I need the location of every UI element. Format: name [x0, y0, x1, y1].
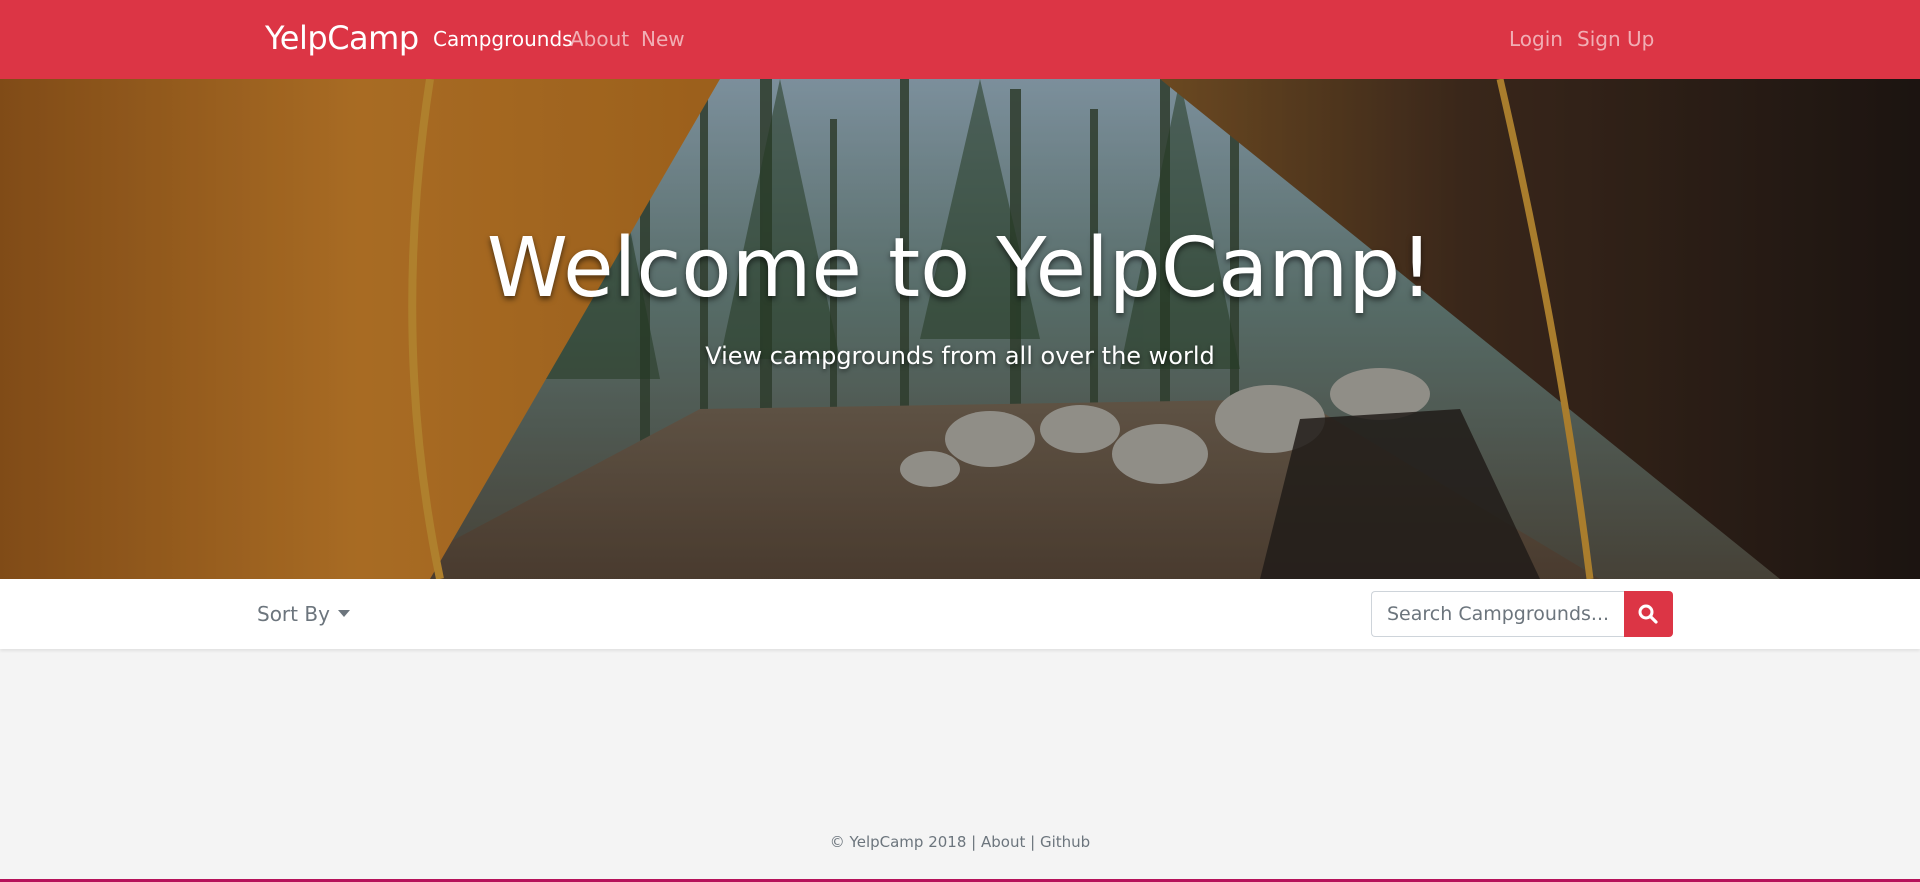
caret-down-icon: [337, 610, 350, 617]
footer-copyright: © YelpCamp 2018: [829, 833, 967, 851]
hero-overlay: [0, 79, 1920, 579]
filter-toolbar: Sort By: [0, 579, 1920, 649]
hero-subtitle: View campgrounds from all over the world: [705, 342, 1215, 370]
nav-link-about[interactable]: About: [570, 26, 629, 52]
nav-link-campgrounds[interactable]: Campgrounds: [433, 26, 573, 52]
hero-title: Welcome to YelpCamp!: [486, 221, 1434, 316]
nav-link-login[interactable]: Login: [1509, 26, 1563, 52]
footer-separator: |: [971, 833, 977, 851]
sort-by-dropdown[interactable]: Sort By: [257, 601, 350, 627]
footer-link-about[interactable]: About: [981, 833, 1025, 851]
footer-separator: |: [1030, 833, 1036, 851]
hero-banner: Welcome to YelpCamp! View campgrounds fr…: [0, 79, 1920, 579]
navbar: YelpCamp Campgrounds About New Login Sig…: [0, 0, 1920, 79]
footer: © YelpCamp 2018 | About | Github: [0, 830, 1920, 854]
sort-by-label: Sort By: [257, 602, 330, 626]
nav-link-new[interactable]: New: [641, 26, 685, 52]
brand-logo[interactable]: YelpCamp: [265, 18, 419, 58]
search-button[interactable]: [1624, 591, 1673, 637]
search-icon: [1638, 604, 1658, 624]
footer-link-github[interactable]: Github: [1040, 833, 1090, 851]
nav-link-signup[interactable]: Sign Up: [1577, 26, 1654, 52]
search-input[interactable]: [1371, 591, 1624, 637]
